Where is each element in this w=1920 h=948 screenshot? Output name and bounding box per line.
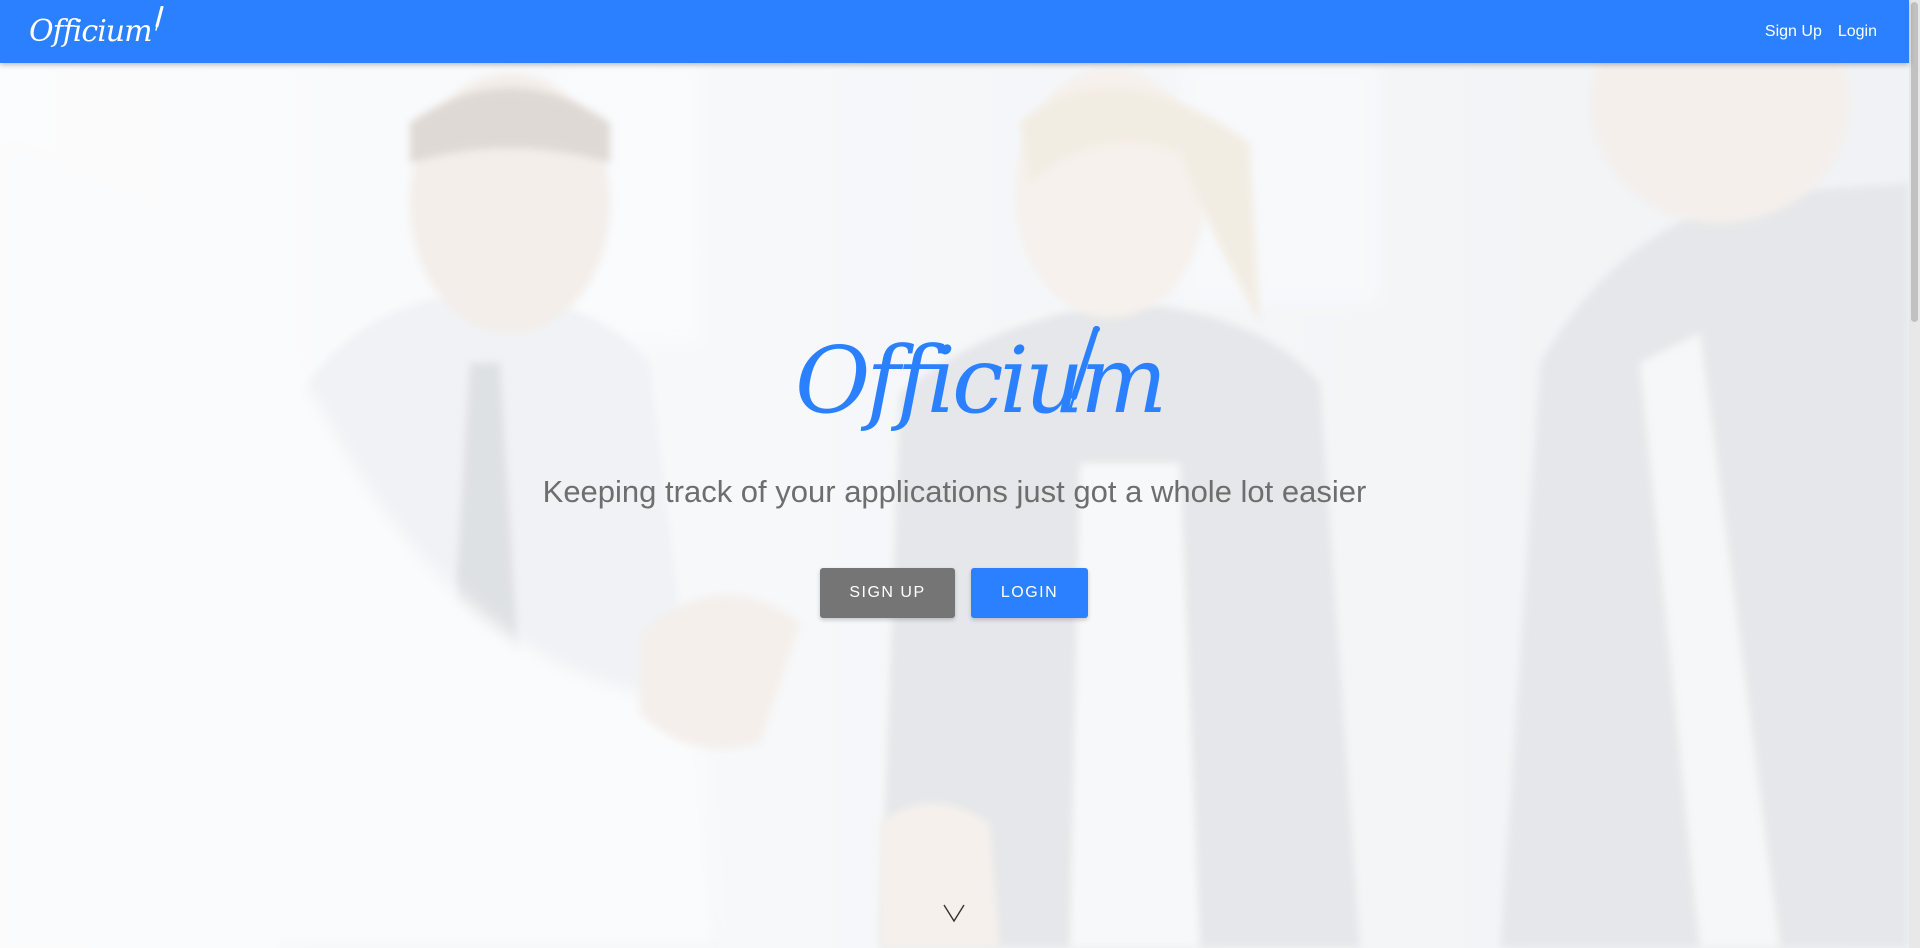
brand-logo[interactable]: Officium: [29, 5, 164, 56]
login-button[interactable]: LOGIN: [971, 568, 1088, 618]
hero-section: Officium Keeping track of your applicati…: [0, 63, 1909, 948]
hero-logo-text: Officium: [795, 327, 1167, 434]
page-scrollbar[interactable]: [1909, 0, 1920, 948]
nav-signup-link[interactable]: Sign Up: [1765, 23, 1822, 41]
top-navbar: Officium Sign Up Login: [0, 0, 1909, 63]
signup-button[interactable]: SIGN UP: [820, 568, 955, 618]
scrollbar-thumb[interactable]: [1911, 2, 1918, 322]
pen-icon: [1063, 325, 1103, 420]
hero-logo: Officium: [795, 321, 1167, 441]
chevron-down-icon[interactable]: [943, 903, 965, 923]
hero-tagline: Keeping track of your applications just …: [542, 474, 1367, 509]
nav-links: Sign Up Login: [1765, 0, 1877, 63]
pen-icon: [154, 5, 164, 37]
brand-logo-text: Officium: [29, 13, 153, 49]
nav-login-link[interactable]: Login: [1838, 23, 1877, 41]
